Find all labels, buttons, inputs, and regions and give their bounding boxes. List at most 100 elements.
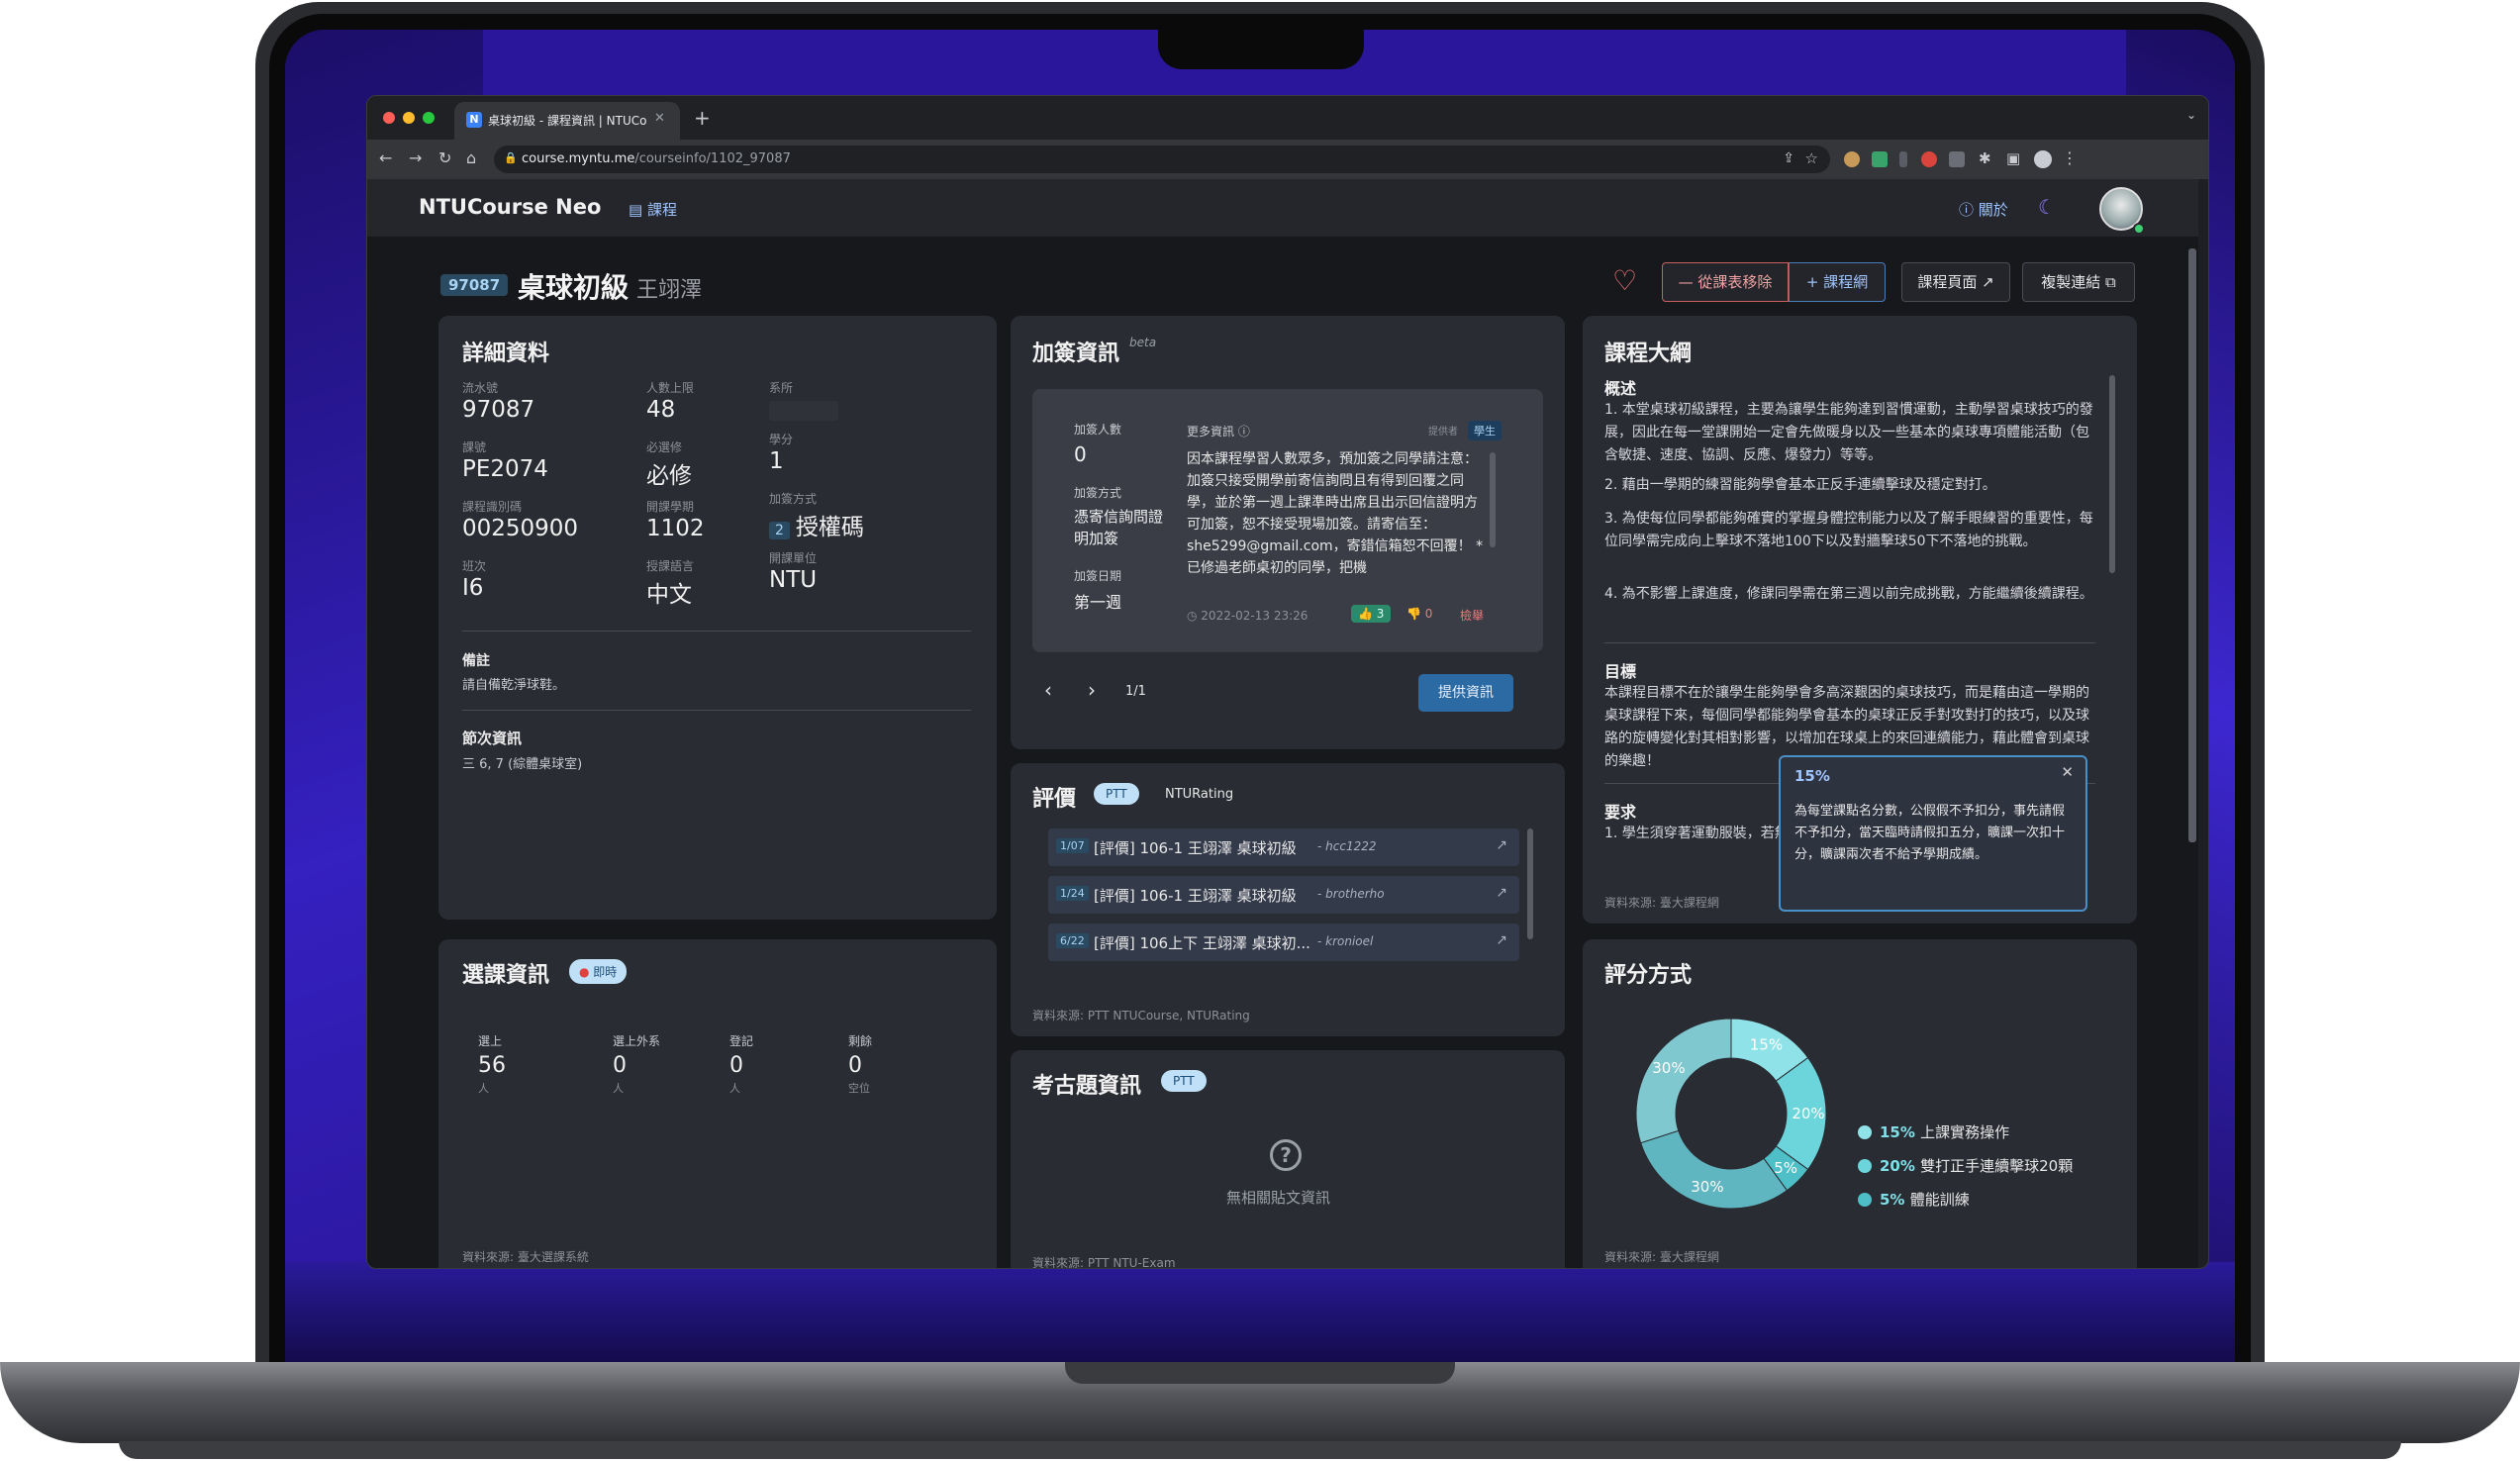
extension-icon[interactable] [1949, 151, 1965, 167]
remove-from-table-button[interactable]: — 從課表移除 [1662, 262, 1789, 302]
donut-slice[interactable] [1640, 1129, 1789, 1210]
back-icon[interactable]: ← [379, 148, 392, 167]
enroll-stat-value: 0 [729, 1053, 743, 1078]
page-scrollbar[interactable] [2188, 248, 2196, 842]
serial-label: 流水號 [462, 381, 499, 395]
enroll-stat-unit: 人 [613, 1082, 624, 1095]
maximize-window-button[interactable] [423, 112, 435, 124]
favorite-heart-icon[interactable]: ♡ [1612, 264, 1637, 297]
session-label: 節次資訊 [462, 730, 523, 747]
req-label: 要求 [1604, 803, 1637, 822]
enroll-stat-label: 選上 [478, 1034, 503, 1048]
external-link-icon: ↗ [1496, 885, 1507, 901]
url-host: course.myntu.me [522, 151, 635, 166]
donut-slice-label: 30% [1652, 1059, 1685, 1077]
downvote-count: 0 [1424, 607, 1433, 621]
report-link[interactable]: 檢舉 [1460, 607, 1484, 624]
rating-date: 1/24 [1056, 886, 1089, 901]
exam-empty: 無相關貼文資訊 [1226, 1189, 1331, 1207]
course-page-button[interactable]: 課程頁面 ↗ [1901, 262, 2010, 302]
more-text-scrollbar[interactable] [1490, 452, 1496, 547]
prev-page-icon[interactable]: ‹ [1044, 678, 1052, 702]
rating-row[interactable]: 1/24 [評價] 106-1 王翊澤 桌球初級 - brotherho ↗ [1048, 876, 1519, 914]
minimize-window-button[interactable] [403, 112, 415, 124]
enroll-stat-unit: 人 [478, 1082, 489, 1095]
brand-logo[interactable]: NTUCourse Neo [419, 195, 601, 219]
session-value: 三 6, 7 (綜體桌球室) [462, 757, 583, 772]
sidepanel-icon[interactable]: ▣ [2006, 149, 2020, 167]
nav-course-link[interactable]: ▤ 課程 [629, 199, 677, 220]
remark-label: 備註 [462, 653, 490, 669]
class-value: I6 [462, 575, 484, 601]
grading-legend-item[interactable]: 5% 體能訓練 [1858, 1189, 1970, 1210]
rating-scrollbar[interactable] [1527, 828, 1533, 939]
top-navbar: NTUCourse Neo ▤ 課程 ⓘ 關於 ☾ [367, 179, 2198, 237]
grading-legend-item[interactable]: 20% 雙打正手連續擊球20顆 [1858, 1155, 2073, 1176]
donut-slice[interactable] [1635, 1018, 1732, 1144]
tooltip-close-icon[interactable]: ✕ [2061, 763, 2074, 781]
close-window-button[interactable] [383, 112, 395, 124]
bookmark-star-icon[interactable]: ☆ [1805, 149, 1818, 167]
capacity-value: 48 [646, 397, 676, 423]
adblock-icon[interactable] [1921, 151, 1937, 167]
addmethod-number: 2 [769, 522, 790, 539]
provider-label: 提供者 [1428, 427, 1458, 438]
syllabus-link-button[interactable]: + 課程網 [1789, 262, 1886, 302]
extension-icon[interactable] [1844, 151, 1860, 167]
tab-search-icon[interactable]: ⌄ [2186, 108, 2196, 122]
legend-label: 雙打正手連續擊球20顆 [1920, 1157, 2074, 1175]
next-page-icon[interactable]: › [1088, 678, 1096, 702]
extension-icon[interactable] [1899, 151, 1907, 167]
live-dot-icon: ● [579, 965, 594, 979]
date-label: 加簽日期 [1074, 569, 1122, 583]
copy-link-button[interactable]: 複製連結 ⧉ [2022, 262, 2135, 302]
tab-close-icon[interactable]: ✕ [654, 111, 665, 126]
grading-source: 資料來源: 臺大課程網 [1604, 1250, 1719, 1264]
extension-icon[interactable] [1872, 151, 1888, 167]
extensions-puzzle-icon[interactable]: ✱ [1979, 149, 1991, 167]
provide-info-button[interactable]: 提供資訊 [1418, 674, 1513, 712]
share-icon[interactable]: ⇪ [1783, 150, 1794, 166]
grading-donut-chart: 15% 20% 5% 30% 30% [1635, 1018, 1827, 1210]
rating-title-text: [評價] 106-1 王翊澤 桌球初級 [1094, 887, 1297, 905]
favicon-icon: N [466, 112, 482, 128]
details-title: 詳細資料 [462, 341, 550, 366]
reload-icon[interactable]: ↻ [438, 148, 451, 167]
syllabus-scrollbar[interactable] [2109, 375, 2115, 573]
code-label: 課號 [462, 440, 487, 454]
unit-value: NTU [769, 567, 818, 593]
enroll-stats: 選上 56 人 選上外系 0 人 登記 0 人 剩餘 0 空位 [478, 1032, 973, 1112]
rating-row[interactable]: 1/07 [評價] 106-1 王翊澤 桌球初級 - hcc1222 ↗ [1048, 828, 1519, 866]
browser-tab[interactable]: N 桌球初級 - 課程資訊 | NTUCourse ✕ [454, 102, 680, 140]
external-link-icon: ↗ [1496, 932, 1507, 948]
addinfo-card: 加簽資訊 beta 加簽人數 0 加簽方式 憑寄信詢問證明加簽 加簽日期 第一週… [1011, 316, 1565, 749]
timestamp: ◷ 2022-02-13 23:26 [1187, 609, 1308, 623]
address-bar[interactable]: 🔒 course.myntu.me/courseinfo/1102_97087 … [494, 146, 1830, 173]
grading-legend-item[interactable]: 15% 上課實務操作 [1858, 1121, 2009, 1142]
lock-icon: 🔒 [504, 151, 518, 164]
grading-legend: 15% 上課實務操作 20% 雙打正手連續擊球20顆 5% 體能訓練 [1858, 1121, 2135, 1220]
nav-about-link[interactable]: ⓘ 關於 [1959, 199, 2008, 220]
plus-icon: + [1805, 273, 1824, 291]
camera-notch [1158, 28, 1364, 69]
syllabus-source: 資料來源: 臺大課程網 [1604, 896, 1719, 910]
upvote-button[interactable]: 👍 3 [1351, 605, 1392, 623]
browser-menu-icon[interactable]: ⋮ [2062, 148, 2078, 167]
overview-p4: 4. 為不影響上課進度，修課同學需在第三週以前完成挑戰，方能繼續後續課程。 [1604, 586, 2093, 602]
rating-row[interactable]: 6/22 [評價] 106上下 王翊澤 桌球初... - kronioel ↗ [1048, 924, 1519, 961]
downvote-button[interactable]: 👎 0 [1406, 607, 1432, 621]
home-icon[interactable]: ⌂ [466, 148, 476, 167]
grading-card: 評分方式 15% 20% 5% 30% 30% 15% 上課實務操作 20% 雙打正手連續… [1583, 939, 2137, 1268]
url-path: /courseinfo/1102_97087 [634, 151, 791, 166]
forward-icon[interactable]: → [409, 148, 422, 167]
tooltip-text: 為每堂課點名分數，公假假不予扣分，事先請假不予扣分，當天臨時請假扣五分，曠課一次… [1794, 804, 2066, 862]
count-label: 加簽人數 [1074, 423, 1122, 437]
profile-icon[interactable] [2034, 150, 2052, 168]
new-tab-button[interactable]: + [694, 106, 711, 130]
dark-mode-icon[interactable]: ☾ [2038, 195, 2056, 219]
count-value: 0 [1074, 442, 1087, 466]
enroll-stat: 登記 0 人 [729, 1032, 753, 1096]
rating-title-text: [評價] 106-1 王翊澤 桌球初級 [1094, 839, 1297, 857]
addinfo-title: 加簽資訊 [1032, 341, 1120, 366]
donut-slice-label: 30% [1691, 1178, 1723, 1196]
